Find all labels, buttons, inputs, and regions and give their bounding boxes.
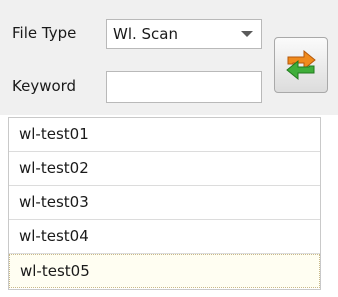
- file-type-label: File Type: [12, 24, 77, 42]
- file-type-select[interactable]: Wl. Scan: [106, 19, 262, 49]
- list-item[interactable]: wl-test02: [9, 152, 320, 186]
- file-browser-panel: File Type Wl. Scan Keyword wl-test01 wl-t…: [0, 0, 338, 297]
- list-item[interactable]: wl-test04: [9, 220, 320, 254]
- list-item[interactable]: wl-test05: [9, 254, 320, 288]
- refresh-arrows-icon: [286, 49, 316, 81]
- keyword-input[interactable]: [106, 71, 262, 103]
- filter-toolbar: File Type Wl. Scan Keyword: [0, 0, 338, 115]
- file-list: wl-test01 wl-test02 wl-test03 wl-test04 wl-t…: [8, 117, 321, 290]
- keyword-label: Keyword: [12, 77, 77, 95]
- refresh-button[interactable]: [274, 37, 328, 93]
- list-item[interactable]: wl-test03: [9, 186, 320, 220]
- list-item[interactable]: wl-test01: [9, 118, 320, 152]
- chevron-down-icon: [241, 31, 253, 37]
- file-type-value: Wl. Scan: [113, 25, 179, 43]
